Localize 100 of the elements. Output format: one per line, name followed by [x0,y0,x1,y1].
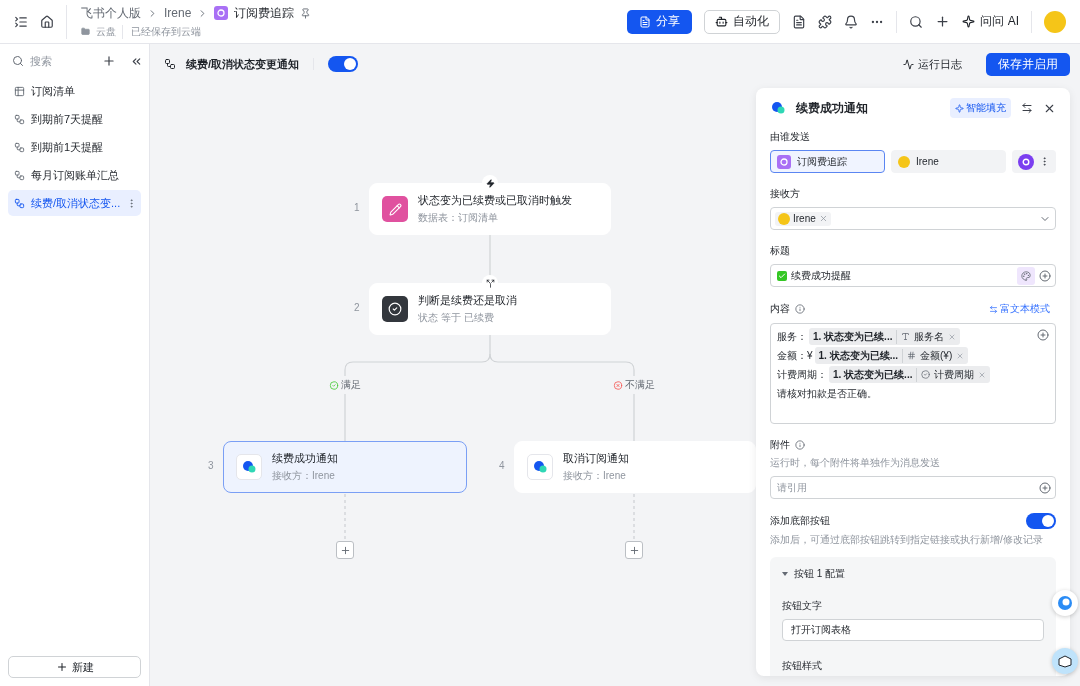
content-text: 服务： [777,329,807,344]
workflow-icon [14,169,25,181]
breadcrumb-link[interactable]: Irene [164,6,192,20]
workflow-icon [14,141,25,153]
tag-source: 1. 状态变为已续... [813,329,898,344]
content-text: 计费周期： [777,367,827,382]
receiver-select[interactable]: Irene [770,207,1056,230]
sidebar-item-label: 到期前7天提醒 [31,111,105,127]
document-icon [639,15,652,28]
smart-fill-button[interactable]: 智能填充 [950,98,1011,118]
search-field[interactable]: 搜索 [30,55,90,67]
tag-source: 1. 状态变为已续... [833,367,918,382]
field-label: 接收方 [770,187,800,201]
button-config-header[interactable]: 按钮 1 配置 [782,567,846,581]
flow-node[interactable]: 判断是续费还是取消 状态 等于 已续费 [369,283,611,335]
title-input[interactable]: 续费成功提醒 [770,264,1056,287]
flow-node[interactable]: 状态变为已续费或已取消时触发 数据表：订阅清单 [369,183,611,235]
node-title: 续费成功通知 [272,451,338,466]
field-hint: 添加后，可通过底部按钮跳转到指定链接或执行新增/修改记录 [770,533,1044,547]
flow-node[interactable]: 取消订阅通知 接收方：Irene [514,441,756,493]
assistant-icon[interactable] [1052,590,1078,616]
field-tag[interactable]: 1. 状态变为已续... 计费周期 [829,366,991,383]
add-step-button[interactable] [336,541,354,559]
check-icon [382,296,408,322]
sidebar-item[interactable]: 每月订阅账单汇总 [8,162,141,188]
field-label: 附件 [770,438,790,452]
chat-bubble-icon [770,100,786,116]
plus-circle-icon[interactable] [1039,481,1051,494]
swap-icon [989,304,998,314]
sender-option[interactable]: Irene [891,150,1006,173]
step-number: 4 [499,460,505,471]
field-label: 内容 [770,302,790,316]
swap-icon[interactable] [1021,102,1033,114]
toggle-switch[interactable] [328,56,359,72]
table-icon [14,85,25,97]
plus-circle-icon[interactable] [1037,329,1049,341]
tag-field-name: 金额(¥) [920,348,953,363]
field-hint: 运行时，每个附件将单独作为消息发送 [770,456,941,470]
node-title: 取消订阅通知 [563,451,629,466]
field-tag[interactable]: 1. 状态变为已续... 服务名 [809,328,961,345]
content-text: 金额：¥ [777,348,813,363]
new-button[interactable]: 新建 [8,656,141,678]
pin-icon[interactable] [300,7,312,19]
button-text-input[interactable]: 打开订阅表格 [782,619,1044,641]
branch-label: 满足 [329,376,361,394]
field-label: 由谁发送 [770,130,810,144]
bell-icon[interactable] [844,14,859,29]
robot-icon [715,15,729,28]
plus-icon[interactable] [935,14,951,29]
run-log-button[interactable]: 运行日志 [897,55,968,73]
chat-bubble-icon [236,454,262,480]
plus-icon [628,544,640,556]
receiver-chip[interactable]: Irene [775,211,831,226]
toggle-switch[interactable] [1026,513,1056,529]
rich-text-mode-link[interactable]: 富文本模式 [983,301,1056,317]
step-number: 3 [208,460,214,471]
workflow-icon [14,113,25,125]
share-button[interactable]: 分享 [627,9,693,34]
puzzle-icon[interactable] [818,14,833,29]
plus-icon [339,544,351,556]
document-title: 订阅费追踪 [234,4,295,22]
add-step-button[interactable] [625,541,643,559]
sidebar-item[interactable]: 到期前7天提醒 [8,106,141,132]
breadcrumb-link[interactable]: 飞书个人版 [81,4,141,22]
field-tag[interactable]: 1. 状态变为已续... 金额(¥) [814,347,969,364]
chat-bubble-icon [527,454,553,480]
checkbox-icon [777,270,787,281]
x-circle-icon [613,380,623,390]
field-label: 标题 [770,244,790,258]
sparkle-icon [955,103,964,113]
title-value: 续费成功提醒 [791,268,852,283]
pencil-icon [382,196,408,222]
document-icon[interactable] [792,14,807,29]
circle-check-icon [921,370,931,379]
sender-option[interactable]: 订阅费追踪 [770,150,885,173]
content-editor[interactable]: 服务： 1. 状态变为已续... 服务名 金额：¥ 1. 状态变为已续... 金额(¥) 计费周期： 1. 状态变为已续... 计费周期 请核对扣款是否正确。 [770,323,1056,424]
folder-icon [81,27,90,36]
panel-title: 续费成功通知 [796,99,869,117]
plus-icon [55,661,68,673]
plus-circle-icon[interactable] [1039,269,1051,282]
sidebar-toggle-icon[interactable] [14,14,28,29]
sidebar-item-label: 每月订阅账单汇总 [31,167,120,183]
flow-node[interactable]: 续费成功通知 接收方：Irene [223,441,467,493]
sidebar-item[interactable]: 到期前1天提醒 [8,134,141,160]
workflow-icon [14,197,25,209]
home-icon[interactable] [40,14,54,29]
workflow-title: 续费/取消状态变更通知 [186,56,300,72]
node-title: 状态变为已续费或已取消时触发 [418,193,572,208]
bot-avatar-icon[interactable] [1017,153,1034,170]
attachment-field[interactable]: 请引用 [770,476,1056,499]
automation-button[interactable]: 自动化 [704,9,781,34]
sidebar-item[interactable]: 订阅清单 [8,78,141,104]
app-icon [214,6,229,20]
field-label: 按钮文字 [782,600,822,611]
palette-icon[interactable] [1017,266,1035,285]
save-enable-button[interactable]: 保存并启用 [986,52,1070,76]
sidebar-item[interactable]: 续费/取消状态变... [8,190,141,216]
step-number: 2 [354,302,360,313]
search-icon[interactable] [909,14,924,29]
attachment-input[interactable]: 请引用 [777,482,1035,493]
